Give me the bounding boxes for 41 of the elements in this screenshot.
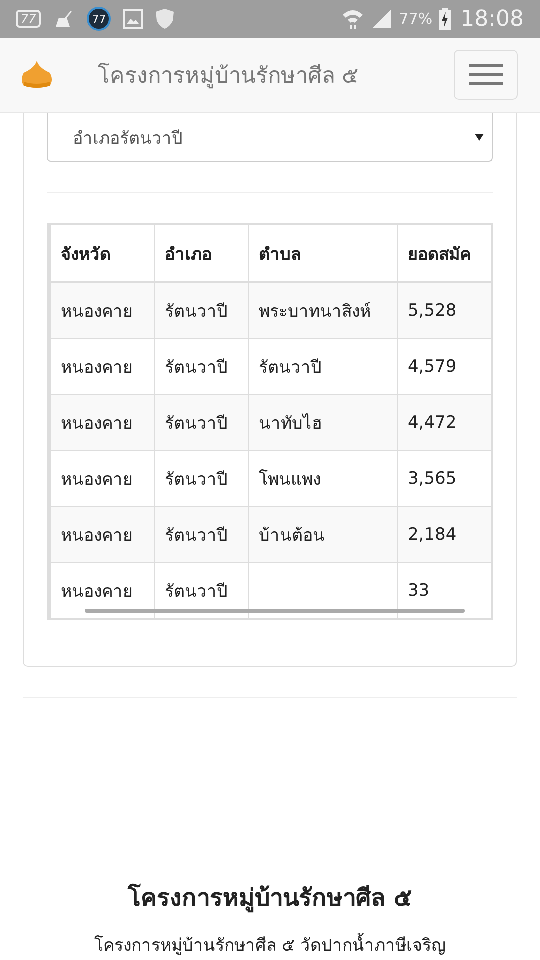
table-cell: 33 bbox=[408, 580, 430, 600]
table-cell: รัตนวาปี bbox=[259, 358, 322, 378]
table-cell: โพนแพง bbox=[259, 470, 322, 490]
table-cell: หนองคาย bbox=[61, 302, 133, 322]
notification-count: 77 bbox=[16, 10, 42, 28]
table-cell: พระบาทนาสิงห์ bbox=[259, 302, 372, 322]
table-cell: รัตนวาปี bbox=[165, 358, 228, 378]
menu-icon bbox=[469, 64, 503, 86]
table-cell: 4,472 bbox=[408, 412, 457, 432]
footer-subtitle: โครงการหมู่บ้านรักษาศีล ๕ วัดปากน้ำภาษีเจริญ bbox=[0, 931, 540, 958]
shield-icon bbox=[155, 8, 176, 30]
table-cell: รัตนวาปี bbox=[165, 414, 228, 434]
table-cell: หนองคาย bbox=[61, 414, 133, 434]
district-select[interactable]: อำเภอรัตนวาปี bbox=[47, 113, 493, 162]
wifi-icon bbox=[341, 8, 366, 30]
clock: 18:08 bbox=[460, 6, 524, 32]
battery-charging-icon bbox=[438, 8, 451, 30]
table-cell: 4,579 bbox=[408, 356, 457, 376]
table-cell: หนองคาย bbox=[61, 470, 133, 490]
logo-icon bbox=[20, 60, 54, 90]
scrollbar[interactable] bbox=[85, 609, 465, 613]
table-cell: หนองคาย bbox=[61, 358, 133, 378]
menu-button[interactable] bbox=[454, 50, 518, 100]
table-cell: 5,528 bbox=[408, 300, 457, 320]
table-cell: รัตนวาปี bbox=[165, 582, 228, 602]
table-cell: หนองคาย bbox=[61, 526, 133, 546]
table-cell: หนองคาย bbox=[61, 582, 133, 602]
signal-icon bbox=[371, 9, 394, 29]
navbar-title[interactable]: โครงการหมู่บ้านรักษาศีล ๕ bbox=[98, 58, 454, 92]
table-cell: 2,184 bbox=[408, 524, 457, 544]
image-icon bbox=[123, 9, 144, 29]
table-cell: รัตนวาปี bbox=[165, 470, 228, 490]
table-cell: บ้านต้อน bbox=[259, 526, 326, 546]
table-cell: รัตนวาปี bbox=[165, 526, 228, 546]
table-cell: 3,565 bbox=[408, 468, 457, 488]
footer-title: โครงการหมู่บ้านรักษาศีล ๕ bbox=[126, 882, 414, 915]
app-badge: 77 bbox=[87, 7, 112, 31]
battery-percent: 77% bbox=[399, 10, 433, 28]
table-cell: นาทับไฮ bbox=[259, 414, 322, 434]
dropdown-arrow-icon bbox=[475, 134, 484, 140]
table-cell: รัตนวาปี bbox=[165, 302, 228, 322]
